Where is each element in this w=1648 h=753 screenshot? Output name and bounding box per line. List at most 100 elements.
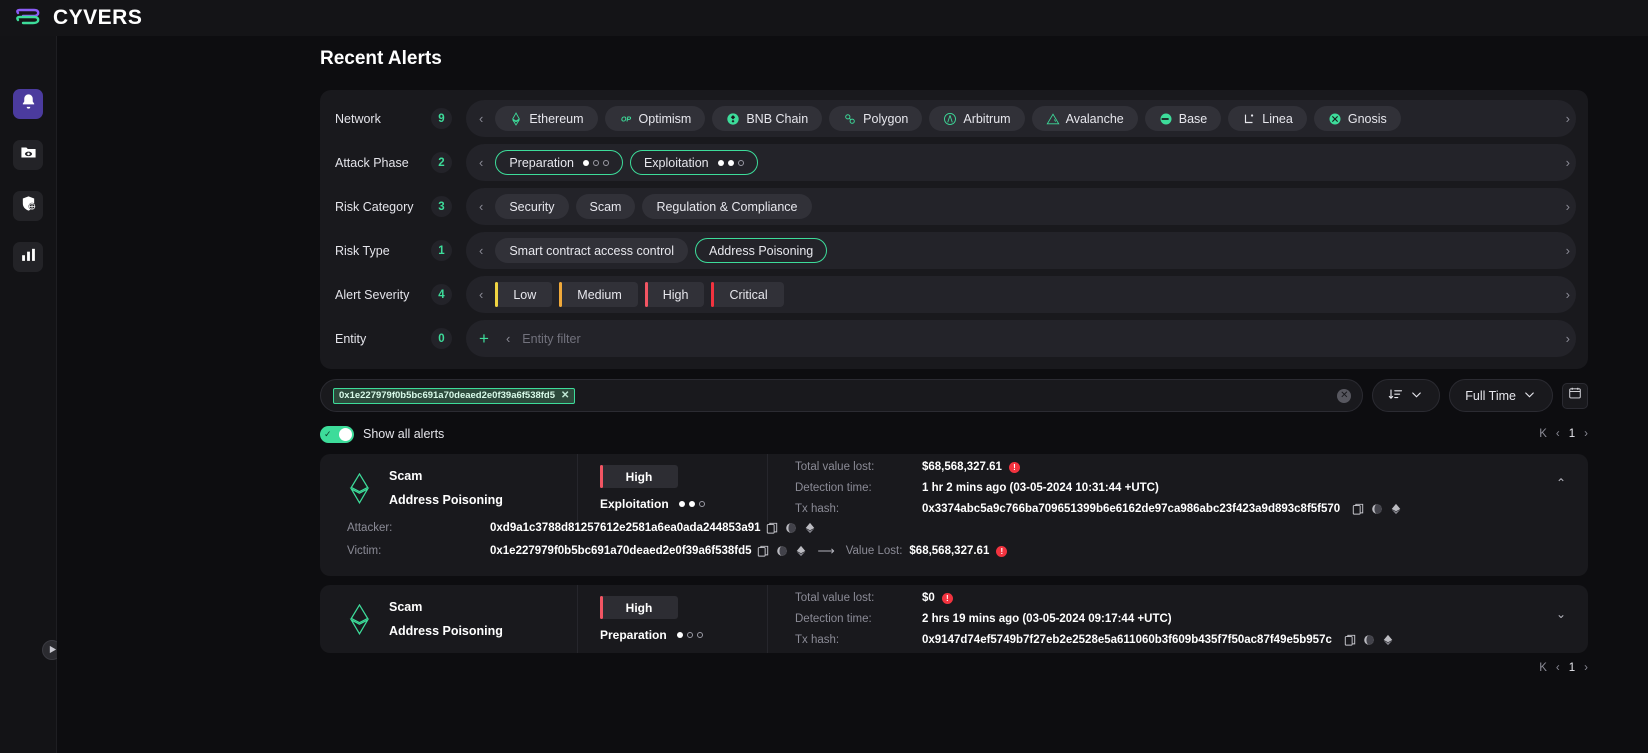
chip-exploitation[interactable]: Exploitation xyxy=(630,150,758,175)
filter-track-entity[interactable]: + ‹ Entity filter › xyxy=(466,320,1576,357)
add-entity-icon[interactable]: + xyxy=(474,329,494,349)
pager-first[interactable]: K xyxy=(1539,662,1547,674)
chip-avalanche[interactable]: Avalanche xyxy=(1032,106,1138,131)
total-value-lost-label: Total value lost: xyxy=(795,459,922,476)
chip-address-poisoning[interactable]: Address Poisoning xyxy=(695,238,827,263)
scroll-right-icon[interactable]: › xyxy=(1566,232,1570,269)
etherscan-icon[interactable] xyxy=(804,522,816,534)
sidebar-item-alerts[interactable] xyxy=(13,89,43,119)
phase-dots xyxy=(679,501,705,507)
tx-actions xyxy=(1344,634,1394,646)
scroll-right-icon[interactable]: › xyxy=(1566,100,1570,137)
filter-count-entity: 0 xyxy=(431,328,452,349)
pager-next[interactable]: › xyxy=(1584,662,1588,674)
chip-gnosis[interactable]: Gnosis xyxy=(1314,106,1401,131)
search-input[interactable]: 0x1e227979f0b5bc691a70deaed2e0f39a6f538f… xyxy=(320,379,1363,412)
collapse-icon[interactable]: ⌃ xyxy=(1556,476,1566,490)
clear-icon[interactable]: ✕ xyxy=(1337,389,1351,403)
filter-row-network: Network 9 ‹ Ethereum OP Optimism BNB Cha… xyxy=(320,100,1588,137)
scroll-left-icon[interactable]: ‹ xyxy=(474,199,488,214)
etherscan-icon[interactable] xyxy=(1390,503,1402,515)
chip-optimism[interactable]: OP Optimism xyxy=(605,106,706,131)
chip-linea[interactable]: Linea xyxy=(1228,106,1307,131)
chip-security[interactable]: Security xyxy=(495,194,568,219)
filter-track-attack-phase[interactable]: ‹ Preparation Exploitation › xyxy=(466,144,1576,181)
detection-time-row: Detection time: 1 hr 2 mins ago (03-05-2… xyxy=(795,480,1588,497)
scroll-left-icon[interactable]: ‹ xyxy=(501,331,515,346)
scroll-right-icon[interactable]: › xyxy=(1566,144,1570,181)
filter-track-alert-severity[interactable]: ‹ Low Medium High Critical › xyxy=(466,276,1576,313)
chip-ethereum[interactable]: Ethereum xyxy=(495,106,597,131)
filter-track-network[interactable]: ‹ Ethereum OP Optimism BNB Chain Polygon xyxy=(466,100,1576,137)
copy-icon[interactable] xyxy=(757,545,769,557)
chip-polygon[interactable]: Polygon xyxy=(829,106,922,131)
severity-high[interactable]: High xyxy=(645,282,705,307)
explorer-icon[interactable] xyxy=(776,545,788,557)
sort-button[interactable] xyxy=(1372,379,1440,412)
close-icon[interactable]: ✕ xyxy=(561,390,569,401)
sidebar-item-watchlist[interactable] xyxy=(13,140,43,170)
attacker-label: Attacker: xyxy=(347,522,490,534)
attacker-address: 0xd9a1c3788d81257612e2581a6ea0ada244853a… xyxy=(490,522,761,534)
scroll-right-icon[interactable]: › xyxy=(1566,276,1570,313)
search-tag[interactable]: 0x1e227979f0b5bc691a70deaed2e0f39a6f538f… xyxy=(333,388,575,404)
filters-panel: Network 9 ‹ Ethereum OP Optimism BNB Cha… xyxy=(320,90,1588,369)
alert-card[interactable]: Scam Address Poisoning High Exploitation xyxy=(320,454,1588,576)
etherscan-icon[interactable] xyxy=(1382,634,1394,646)
warning-icon: ! xyxy=(996,546,1007,557)
filter-track-risk-type[interactable]: ‹ Smart contract access control Address … xyxy=(466,232,1576,269)
copy-icon[interactable] xyxy=(766,522,778,534)
severity-critical[interactable]: Critical xyxy=(711,282,783,307)
pager-page: 1 xyxy=(1569,662,1575,674)
svg-text:OP: OP xyxy=(620,116,630,123)
filter-label-risk-type: Risk Type xyxy=(335,244,431,258)
chip-base[interactable]: Base xyxy=(1145,106,1222,131)
show-all-alerts-toggle[interactable]: ✓ xyxy=(320,426,354,443)
scroll-left-icon[interactable]: ‹ xyxy=(474,155,488,170)
chip-bnb-chain[interactable]: BNB Chain xyxy=(712,106,822,131)
alert-identity: Scam Address Poisoning xyxy=(320,585,578,653)
chip-label: Optimism xyxy=(639,112,692,126)
show-all-alerts-label: Show all alerts xyxy=(363,427,444,441)
alert-meta: Total value lost: $0 ! Detection time: 2… xyxy=(768,585,1588,653)
explorer-icon[interactable] xyxy=(1363,634,1375,646)
calendar-button[interactable] xyxy=(1562,383,1588,409)
alert-phase-label: Preparation xyxy=(600,628,667,642)
alert-card[interactable]: Scam Address Poisoning High Preparation xyxy=(320,585,1588,653)
scroll-right-icon[interactable]: › xyxy=(1566,320,1570,357)
etherscan-icon[interactable] xyxy=(795,545,807,557)
time-range-dropdown[interactable]: Full Time xyxy=(1449,379,1553,412)
warning-icon: ! xyxy=(1009,462,1020,473)
expand-icon[interactable]: ⌄ xyxy=(1556,607,1566,621)
filter-track-risk-category[interactable]: ‹ Security Scam Regulation & Compliance … xyxy=(466,188,1576,225)
filter-label-attack-phase: Attack Phase xyxy=(335,156,431,170)
sidebar-item-threat-intel[interactable] xyxy=(13,191,43,221)
severity-low[interactable]: Low xyxy=(495,282,552,307)
alerts-list: Scam Address Poisoning High Exploitation xyxy=(320,454,1588,653)
pager-prev[interactable]: ‹ xyxy=(1556,662,1560,674)
pager-next[interactable]: › xyxy=(1584,428,1588,440)
chip-label: Smart contract access control xyxy=(509,244,674,258)
folder-eye-icon xyxy=(20,144,37,166)
pager-prev[interactable]: ‹ xyxy=(1556,428,1560,440)
chip-regulation-compliance[interactable]: Regulation & Compliance xyxy=(642,194,811,219)
chip-preparation[interactable]: Preparation xyxy=(495,150,623,175)
ethereum-icon xyxy=(347,604,372,634)
entity-filter-placeholder: Entity filter xyxy=(522,332,580,346)
chip-smart-contract-access-control[interactable]: Smart contract access control xyxy=(495,238,688,263)
explorer-icon[interactable] xyxy=(785,522,797,534)
avalanche-icon xyxy=(1046,112,1060,126)
sidebar-item-analytics[interactable] xyxy=(13,242,43,272)
copy-icon[interactable] xyxy=(1352,503,1364,515)
total-value-lost-label: Total value lost: xyxy=(795,590,922,607)
scroll-left-icon[interactable]: ‹ xyxy=(474,243,488,258)
chip-scam[interactable]: Scam xyxy=(576,194,636,219)
copy-icon[interactable] xyxy=(1344,634,1356,646)
scroll-left-icon[interactable]: ‹ xyxy=(474,111,488,126)
scroll-right-icon[interactable]: › xyxy=(1566,188,1570,225)
chip-arbitrum[interactable]: Arbitrum xyxy=(929,106,1024,131)
pager-first[interactable]: K xyxy=(1539,428,1547,440)
severity-medium[interactable]: Medium xyxy=(559,282,637,307)
scroll-left-icon[interactable]: ‹ xyxy=(474,287,488,302)
explorer-icon[interactable] xyxy=(1371,503,1383,515)
